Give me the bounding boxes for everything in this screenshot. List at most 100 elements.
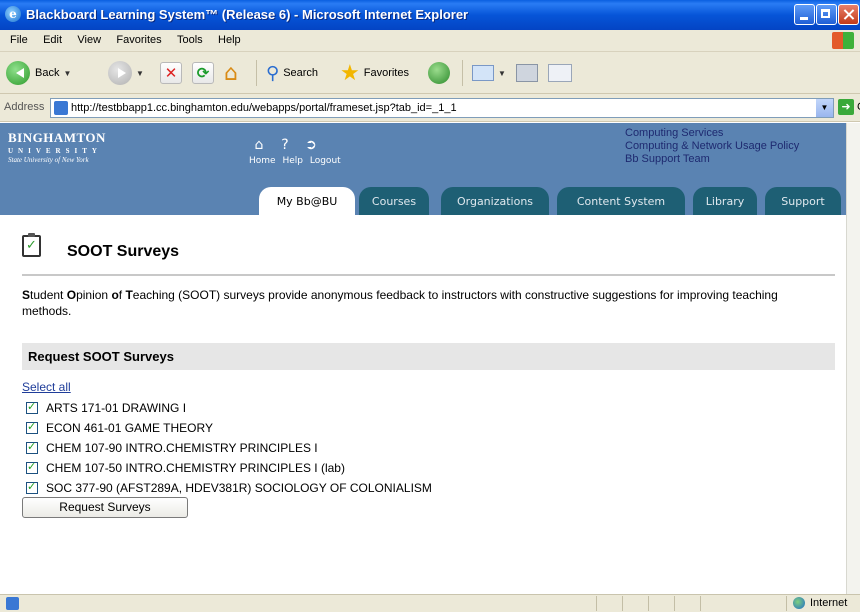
stop-button[interactable]: ✕ — [160, 58, 182, 88]
link-usage-policy[interactable]: Computing & Network Usage Policy — [625, 140, 799, 153]
intro-initial-of: o — [111, 288, 119, 302]
status-pane — [786, 596, 787, 611]
tab-organizations[interactable]: Organizations — [441, 187, 549, 215]
status-pane — [596, 596, 597, 611]
address-dropdown-icon[interactable]: ▼ — [816, 99, 833, 117]
refresh-icon: ⟳ — [192, 62, 214, 84]
list-item: SOC 377-90 (AFST289A, HDEV381R) SOCIOLOG… — [26, 478, 432, 498]
list-item: ECON 461-01 GAME THEORY — [26, 418, 432, 438]
stop-icon: ✕ — [160, 62, 182, 84]
forward-button[interactable]: ▼ — [108, 58, 144, 88]
globe-icon — [793, 597, 805, 609]
tab-library[interactable]: Library — [693, 187, 757, 215]
portal-nav-icons: ⌂ ? ➲ Home Help Logout — [249, 137, 345, 166]
menu-file[interactable]: File — [4, 30, 34, 51]
list-item: CHEM 107-50 INTRO.CHEMISTRY PRINCIPLES I… — [26, 458, 432, 478]
toolbar-divider — [256, 60, 257, 86]
intro-text: Student Opinion of Teaching (SOOT) surve… — [22, 287, 822, 319]
list-item: ARTS 171-01 DRAWING I — [26, 398, 432, 418]
maximize-button[interactable] — [816, 4, 837, 25]
home-icon: ⌂ — [224, 60, 238, 86]
binghamton-logo[interactable]: BINGHAMTON UNIVERSITY State University o… — [8, 130, 106, 164]
course-label[interactable]: ECON 461-01 GAME THEORY — [46, 421, 213, 435]
link-bb-support[interactable]: Bb Support Team — [625, 153, 799, 166]
print-button[interactable] — [516, 58, 538, 88]
page-status-icon — [6, 597, 19, 610]
search-icon: ⚲ — [266, 62, 280, 84]
go-button[interactable]: ➜ Go — [838, 99, 860, 115]
search-button[interactable]: ⚲ Search — [266, 58, 318, 88]
portal-help-link[interactable]: Help — [282, 156, 303, 166]
go-arrow-icon: ➜ — [838, 99, 854, 115]
course-label[interactable]: CHEM 107-50 INTRO.CHEMISTRY PRINCIPLES I… — [46, 461, 345, 475]
back-label: Back — [35, 67, 60, 79]
address-input[interactable]: http://testbbapp1.cc.binghamton.edu/weba… — [50, 98, 834, 118]
course-checkbox[interactable] — [26, 460, 38, 474]
window-titlebar[interactable]: e Blackboard Learning System™ (Release 6… — [0, 0, 860, 30]
clipboard-check-icon — [22, 233, 41, 257]
portal-help-icon[interactable]: ? — [277, 137, 293, 153]
request-surveys-button[interactable]: Request Surveys — [22, 497, 188, 518]
history-button[interactable] — [428, 58, 450, 88]
back-button[interactable]: Back ▼ — [6, 58, 71, 88]
address-bar: Address http://testbbapp1.cc.binghamton.… — [0, 94, 860, 122]
address-label: Address — [4, 101, 45, 113]
portal-logout-icon[interactable]: ➲ — [303, 137, 319, 153]
intro-initial-o: O — [66, 288, 77, 302]
intro-initial-s: S — [22, 288, 31, 302]
search-label: Search — [283, 67, 319, 79]
tab-support[interactable]: Support — [765, 187, 841, 215]
edit-button[interactable] — [548, 58, 572, 88]
mail-icon — [472, 65, 494, 81]
select-all-link[interactable]: Select all — [22, 380, 71, 394]
history-icon — [428, 62, 450, 84]
course-checkbox[interactable] — [26, 420, 38, 434]
course-checkbox[interactable] — [26, 440, 38, 454]
status-bar: Internet — [0, 594, 860, 612]
page-title: SOOT Surveys — [67, 243, 180, 260]
windows-flag-icon — [832, 32, 854, 49]
header-links: Computing Services Computing & Network U… — [625, 127, 799, 166]
status-pane — [648, 596, 649, 611]
tab-content-system[interactable]: Content System — [557, 187, 685, 215]
course-checkbox[interactable] — [26, 480, 38, 494]
course-label[interactable]: CHEM 107-90 INTRO.CHEMISTRY PRINCIPLES I — [46, 441, 318, 455]
menu-favorites[interactable]: Favorites — [110, 30, 167, 51]
refresh-button[interactable]: ⟳ — [192, 58, 214, 88]
address-url[interactable]: http://testbbapp1.cc.binghamton.edu/weba… — [71, 102, 457, 114]
tab-my-bb-bu[interactable]: My Bb@BU — [259, 187, 355, 215]
intro-part-4: eaching (SOOT) surveys provide anonymous… — [22, 288, 778, 318]
mail-dropdown-icon[interactable]: ▼ — [498, 69, 506, 78]
status-pane — [622, 596, 623, 611]
menu-tools[interactable]: Tools — [171, 30, 209, 51]
close-button[interactable] — [838, 4, 859, 25]
minimize-button[interactable] — [794, 4, 815, 25]
logo-line-2: UNIVERSITY — [8, 147, 102, 155]
portal-home-link[interactable]: Home — [249, 156, 276, 166]
section-header: Request SOOT Surveys — [22, 343, 835, 370]
portal-tabs: My Bb@BU Courses Organizations Content S… — [0, 187, 846, 215]
portal-home-icon[interactable]: ⌂ — [251, 137, 267, 153]
menu-help[interactable]: Help — [212, 30, 247, 51]
menu-view[interactable]: View — [71, 30, 107, 51]
forward-dropdown-icon[interactable]: ▼ — [136, 69, 144, 78]
mail-button[interactable]: ▼ — [472, 58, 506, 88]
back-dropdown-icon[interactable]: ▼ — [63, 69, 71, 78]
window-title: Blackboard Learning System™ (Release 6) … — [26, 7, 469, 22]
page-scrollbar[interactable] — [846, 123, 860, 594]
course-label[interactable]: SOC 377-90 (AFST289A, HDEV381R) SOCIOLOG… — [46, 481, 432, 495]
forward-arrow-icon — [108, 61, 132, 85]
course-checkbox[interactable] — [26, 400, 38, 414]
link-computing-services[interactable]: Computing Services — [625, 127, 799, 140]
menu-edit[interactable]: Edit — [37, 30, 68, 51]
status-pane — [700, 596, 701, 611]
zone-label: Internet — [810, 597, 848, 609]
home-button[interactable]: ⌂ — [224, 58, 238, 88]
portal-logout-link[interactable]: Logout — [310, 156, 341, 166]
favorites-button[interactable]: ★ Favorites — [340, 58, 409, 88]
course-label[interactable]: ARTS 171-01 DRAWING I — [46, 401, 186, 415]
tab-courses[interactable]: Courses — [359, 187, 429, 215]
favorites-star-icon: ★ — [340, 60, 360, 86]
favorites-label: Favorites — [363, 67, 409, 79]
course-list: ARTS 171-01 DRAWING I ECON 461-01 GAME T… — [26, 398, 432, 498]
